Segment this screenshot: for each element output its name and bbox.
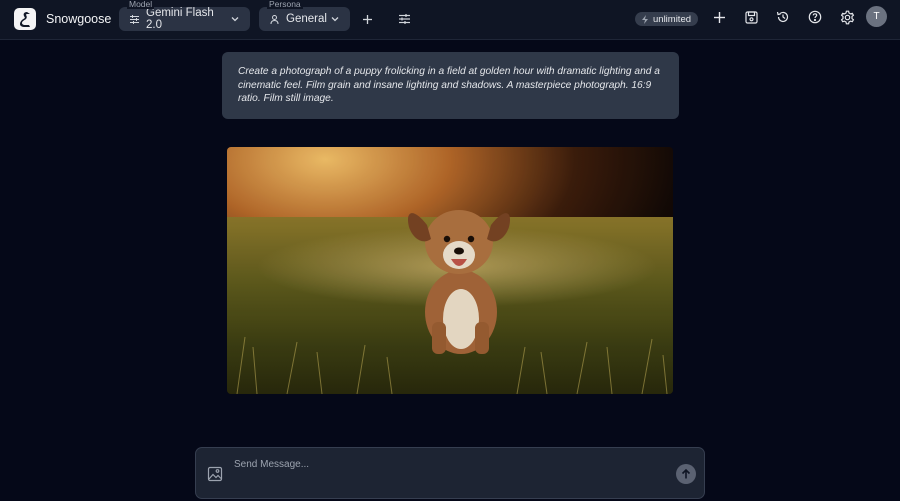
persona-selector[interactable]: Persona General <box>259 0 350 31</box>
user-icon <box>269 14 280 25</box>
save-icon[interactable] <box>742 8 760 26</box>
avatar[interactable]: T <box>866 6 887 27</box>
usage-badge: unlimited <box>635 12 698 26</box>
history-icon[interactable] <box>774 8 792 26</box>
chevron-down-icon <box>230 14 240 24</box>
message-composer <box>195 447 705 499</box>
persona-caption: Persona <box>267 0 303 9</box>
sliders-horizontal-icon[interactable] <box>395 10 413 28</box>
model-value: Gemini Flash 2.0 <box>146 7 214 31</box>
user-prompt-message: Create a photograph of a puppy frolickin… <box>222 52 679 119</box>
bolt-icon <box>641 14 649 24</box>
message-input[interactable] <box>234 456 654 472</box>
app-name: Snowgoose <box>46 12 112 26</box>
image-icon[interactable] <box>207 466 223 482</box>
new-chat-button[interactable] <box>710 8 728 26</box>
help-icon[interactable] <box>806 8 824 26</box>
usage-badge-label: unlimited <box>653 13 692 25</box>
persona-value: General <box>286 13 327 25</box>
model-caption: Model <box>127 0 155 9</box>
send-button[interactable] <box>676 464 696 484</box>
chevron-down-icon <box>330 14 340 24</box>
top-bar: Snowgoose Model Gemini Flash 2.0 Persona… <box>0 0 900 40</box>
gear-icon[interactable] <box>838 8 856 26</box>
sliders-icon <box>129 14 140 25</box>
add-persona-button[interactable] <box>358 10 376 28</box>
goose-logo-icon[interactable] <box>14 8 36 30</box>
generated-image[interactable] <box>227 147 673 394</box>
model-selector[interactable]: Model Gemini Flash 2.0 <box>119 0 250 31</box>
